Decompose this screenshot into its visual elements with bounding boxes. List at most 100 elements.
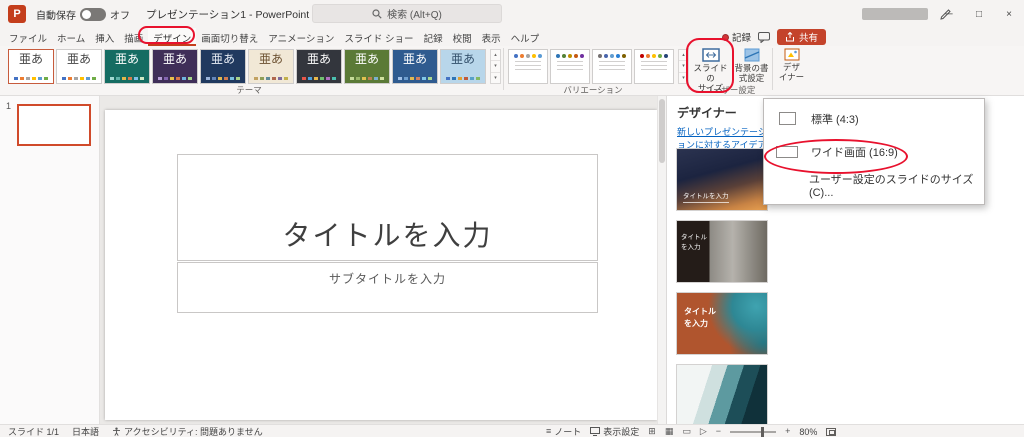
maximize-button[interactable]: □	[964, 0, 994, 28]
theme-thumbnail-8[interactable]: 亜あ	[344, 49, 390, 84]
theme-thumbnail-6[interactable]: 亜あ	[248, 49, 294, 84]
theme-thumbnail-2[interactable]: 亜あ	[56, 49, 102, 84]
record-dot-icon	[722, 34, 729, 41]
zoom-in-button[interactable]: +	[785, 427, 790, 436]
theme-glyph: 亜あ	[115, 53, 139, 66]
ribbon-tab-help[interactable]: ヘルプ	[506, 28, 545, 46]
gallery-down-icon[interactable]: ▾	[491, 61, 500, 72]
theme-gallery: 亜あ亜あ亜あ亜あ亜あ亜あ亜あ亜あ亜あ亜あ	[8, 49, 486, 84]
variation-thumbnail-2[interactable]	[550, 49, 590, 84]
slide-indicator[interactable]: スライド 1/1	[8, 425, 59, 437]
format-background-button[interactable]: 背景の書式設定	[732, 48, 771, 84]
variation-thumbnail-3[interactable]	[592, 49, 632, 84]
theme-thumbnail-4[interactable]: 亜あ	[152, 49, 198, 84]
ribbon-tab-file[interactable]: ファイル	[4, 28, 52, 46]
variation-thumbnail-1[interactable]	[508, 49, 548, 84]
accessibility-label: アクセシビリティ: 問題ありません	[124, 425, 263, 437]
slide-sorter-view-icon[interactable]: ▦	[665, 427, 674, 436]
comments-icon[interactable]	[758, 32, 770, 43]
theme-glyph: 亜あ	[451, 53, 475, 66]
share-icon	[785, 32, 795, 42]
ribbon-tab-transitions[interactable]: 画面切り替え	[196, 28, 263, 46]
variation-thumbnail-4[interactable]	[634, 49, 674, 84]
design-idea-city-night[interactable]: タイトルを入力	[676, 148, 768, 211]
document-title: プレゼンテーション1 - PowerPoint	[146, 7, 309, 22]
ribbon-tab-record[interactable]: 記録	[419, 28, 448, 46]
gallery-down-icon[interactable]: ▾	[679, 61, 688, 72]
ribbon-tab-design[interactable]: デザイン	[148, 28, 196, 46]
language-indicator[interactable]: 日本語	[72, 425, 99, 437]
designer-thumbnails: タイトルを入力タイトルを入力タイトルを入力	[676, 148, 768, 427]
menu-item-custom-slide-size[interactable]: ユーザー設定のスライドのサイズ(C)...	[764, 168, 984, 201]
display-settings-icon	[590, 427, 600, 436]
ribbon-tab-animations[interactable]: アニメーション	[263, 28, 339, 46]
search-input[interactable]: 検索 (Alt+Q)	[312, 4, 502, 23]
slide-canvas[interactable]: タイトルを入力 サブタイトルを入力	[105, 110, 657, 420]
zoom-out-button[interactable]: −	[716, 427, 721, 436]
design-idea-orange-abstract[interactable]: タイトルを入力	[676, 292, 768, 355]
theme-thumbnail-1[interactable]: 亜あ	[8, 49, 54, 84]
accessibility-status[interactable]: アクセシビリティ: 問題ありません	[112, 425, 263, 437]
ribbon-tab-view[interactable]: 表示	[477, 28, 506, 46]
autosave-label: 自動保存	[36, 7, 76, 22]
zoom-slider-handle[interactable]	[761, 427, 764, 437]
slide-size-icon	[702, 48, 720, 62]
menu-item-widescreen-16-9[interactable]: ワイド画面 (16:9)	[764, 135, 984, 168]
ribbon-tab-draw[interactable]: 描画	[119, 28, 148, 46]
slideshow-view-icon[interactable]: ▷	[700, 427, 707, 436]
zoom-slider[interactable]	[730, 431, 776, 433]
autosave-toggle[interactable]	[80, 8, 106, 21]
design-idea-cat-photo[interactable]: タイトルを入力	[676, 220, 768, 283]
theme-thumbnail-10[interactable]: 亜あ	[440, 49, 486, 84]
status-bar-right: ≡ ノート 表示設定 ⊞ ▦ ▭ ▷ − + 80%	[546, 425, 836, 437]
share-button[interactable]: 共有	[777, 29, 826, 45]
subtitle-placeholder[interactable]: サブタイトルを入力	[177, 262, 598, 313]
zoom-level[interactable]: 80%	[799, 427, 817, 437]
ribbon-tabs: ファイルホーム挿入描画デザイン画面切り替えアニメーションスライド ショー記録校閲…	[0, 28, 1024, 46]
menu-item-standard-4-3[interactable]: 標準 (4:3)	[764, 102, 984, 135]
display-settings-button[interactable]: 表示設定	[590, 425, 639, 437]
title-placeholder[interactable]: タイトルを入力	[177, 154, 598, 261]
theme-thumbnail-9[interactable]: 亜あ	[392, 49, 438, 84]
main-area: 1 タイトルを入力 サブタイトルを入力 デザイナー 新しいプレゼンテーションに対…	[0, 96, 776, 424]
slide-editor: タイトルを入力 サブタイトルを入力	[100, 96, 666, 424]
gallery-more-icon[interactable]: ▾	[491, 73, 500, 83]
ribbon-tab-slideshow[interactable]: スライド ショー	[339, 28, 418, 46]
normal-view-icon[interactable]: ⊞	[648, 427, 656, 436]
search-placeholder: 検索 (Alt+Q)	[387, 6, 442, 21]
designer-button-label: デザ イナー	[779, 63, 804, 83]
search-icon	[372, 9, 382, 19]
theme-thumbnail-3[interactable]: 亜あ	[104, 49, 150, 84]
designer-pane: デザイナー 新しいプレゼンテーションに対するアイデアを取得する タイトルを入力タ…	[666, 96, 776, 424]
editor-scrollbar[interactable]	[657, 96, 666, 424]
user-account-blurred[interactable]	[862, 8, 928, 20]
theme-thumbnail-7[interactable]: 亜あ	[296, 49, 342, 84]
menu-item-label: ユーザー設定のスライドのサイズ(C)...	[809, 171, 984, 199]
fit-slide-to-window-icon[interactable]	[826, 428, 836, 436]
theme-glyph: 亜あ	[307, 53, 331, 66]
theme-thumbnail-5[interactable]: 亜あ	[200, 49, 246, 84]
gallery-up-icon[interactable]: ▴	[491, 50, 500, 61]
design-idea-teal-abstract[interactable]	[676, 364, 768, 427]
ribbon-tab-insert[interactable]: 挿入	[90, 28, 119, 46]
designer-button[interactable]: デザ イナー	[775, 48, 808, 83]
close-button[interactable]: ×	[994, 0, 1024, 28]
record-button[interactable]: 記録	[722, 30, 751, 44]
gallery-up-icon[interactable]: ▴	[679, 50, 688, 61]
slide-thumbnail-1[interactable]	[17, 104, 91, 146]
title-placeholder-text: タイトルを入力	[282, 214, 492, 254]
gallery-more-icon[interactable]: ▾	[679, 73, 688, 83]
status-bar: スライド 1/1 日本語 アクセシビリティ: 問題ありません ≡ ノート 表示設…	[0, 424, 1024, 437]
minimize-button[interactable]: ─	[934, 0, 964, 28]
theme-glyph: 亜あ	[259, 53, 283, 66]
notes-button[interactable]: ≡ ノート	[546, 425, 581, 437]
ribbon-tab-home[interactable]: ホーム	[52, 28, 90, 46]
autosave-control: 自動保存 オフ	[36, 7, 130, 22]
menu-item-label: 標準 (4:3)	[811, 111, 859, 127]
reading-view-icon[interactable]: ▭	[682, 427, 691, 436]
record-button-label: 記録	[732, 30, 751, 44]
theme-glyph: 亜あ	[355, 53, 379, 66]
designer-pane-title: デザイナー	[667, 96, 776, 121]
ribbon-tab-review[interactable]: 校閲	[448, 28, 477, 46]
menu-item-label: ワイド画面 (16:9)	[811, 144, 898, 160]
